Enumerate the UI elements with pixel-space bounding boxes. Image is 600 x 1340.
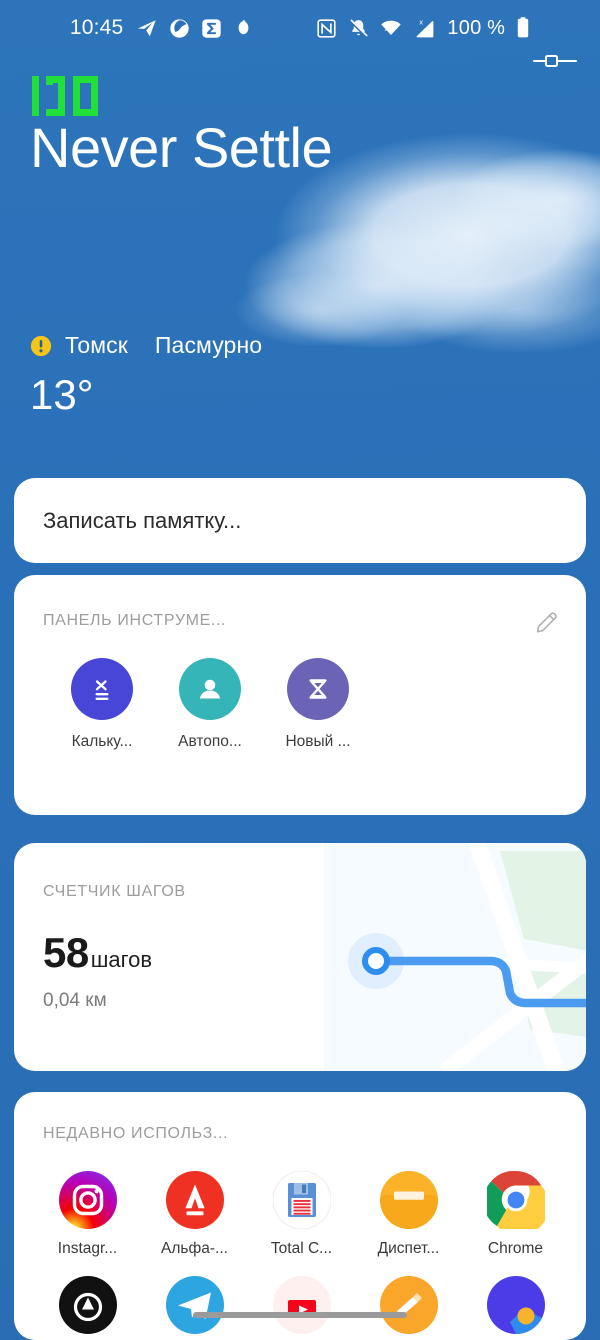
battery-percent-label: 100 % [447,16,506,39]
orange-app-icon [379,1276,438,1334]
toolbar-item-label: Новый ... [285,733,351,750]
nfc-icon [316,18,337,39]
calculator-icon [71,658,133,720]
toolbar-item-autoreply[interactable]: Автопо... [156,658,264,751]
home-gesture-handle[interactable] [193,1312,407,1318]
toolbar-item-label: Кальку... [71,733,133,750]
globe-app-icon [169,18,190,39]
weather-condition: Пасмурно [154,332,263,358]
app-label: Альфа-... [161,1240,228,1257]
youtube-app-icon [272,1276,331,1334]
brightness-slider-icon [532,52,578,70]
hourglass-icon [287,658,349,720]
list-item[interactable] [34,1276,141,1340]
instagram-icon [58,1171,117,1229]
app-label: Total C... [270,1240,333,1257]
recent-apps-card: НЕДАВНО ИСПОЛЬЗ... Instagr... Альфа-... … [14,1092,586,1340]
step-counter-card[interactable]: СЧЕТЧИК ШАГОВ 58 шагов 0,04 км [14,843,586,1071]
list-item[interactable] [462,1276,569,1340]
toolbar-card-title: ПАНЕЛЬ ИНСТРУМЕ... [43,612,227,629]
notifications-muted-icon [348,18,369,39]
list-item[interactable] [141,1276,248,1340]
note-input-placeholder[interactable]: Записать памятку... [43,508,241,534]
toolbar-item-timer[interactable]: Новый ... [264,658,372,751]
telegram-icon [136,17,158,39]
recent-apps-title: НЕДАВНО ИСПОЛЬЗ... [43,1125,229,1142]
totalcommander-icon [272,1171,331,1229]
hero-section: Never Settle [0,76,600,178]
status-bar-clock: 10:45 [69,16,124,39]
pencil-icon[interactable] [534,608,560,634]
black-app-icon [58,1276,117,1334]
alfabank-icon [165,1171,224,1229]
refresh-rate-badge-icon [32,76,98,116]
app-label: Диспет... [377,1240,440,1257]
battery-icon [516,16,530,40]
weather-city: Томск [65,332,128,358]
person-icon [179,658,241,720]
svg-text:x: x [420,18,424,26]
page-title: Never Settle [30,116,333,179]
toolbar-item-calculator[interactable]: Кальку... [48,658,156,751]
step-distance-value: 0,04 км [43,990,107,1011]
blue-purple-app-icon [486,1276,545,1334]
chrome-icon [486,1171,545,1229]
drop-app-icon [233,18,254,39]
step-counter-title: СЧЕТЧИК ШАГОВ [43,883,186,900]
list-item[interactable]: Instagr... [34,1171,141,1258]
toolbar-card: ПАНЕЛЬ ИНСТРУМЕ... Кальку... Автопо... Н… [14,575,586,815]
sigma-app-icon [201,18,222,39]
step-count-value: 58 [43,929,89,976]
toolbar-item-label: Автопо... [178,733,242,750]
step-count-unit: шагов [90,947,153,972]
list-item[interactable] [248,1276,355,1340]
app-label: Chrome [487,1240,544,1257]
list-item[interactable]: Диспет... [355,1171,462,1258]
status-bar: 10:45 x 100 % [0,0,600,56]
weather-temperature: 13° [30,371,94,418]
filemanager-icon [379,1171,438,1229]
weather-widget[interactable]: Томск Пасмурно 13° [30,332,262,419]
telegram-app-icon [165,1276,224,1334]
list-item[interactable]: Total C... [248,1171,355,1258]
list-item[interactable] [355,1276,462,1340]
list-item[interactable]: Chrome [462,1171,569,1258]
app-label: Instagr... [57,1240,118,1257]
warning-icon [30,335,52,356]
note-card[interactable]: Записать памятку... [14,478,586,563]
cellular-no-sim-icon: x [413,17,436,40]
wifi-icon [380,17,402,39]
list-item[interactable]: Альфа-... [141,1171,248,1258]
